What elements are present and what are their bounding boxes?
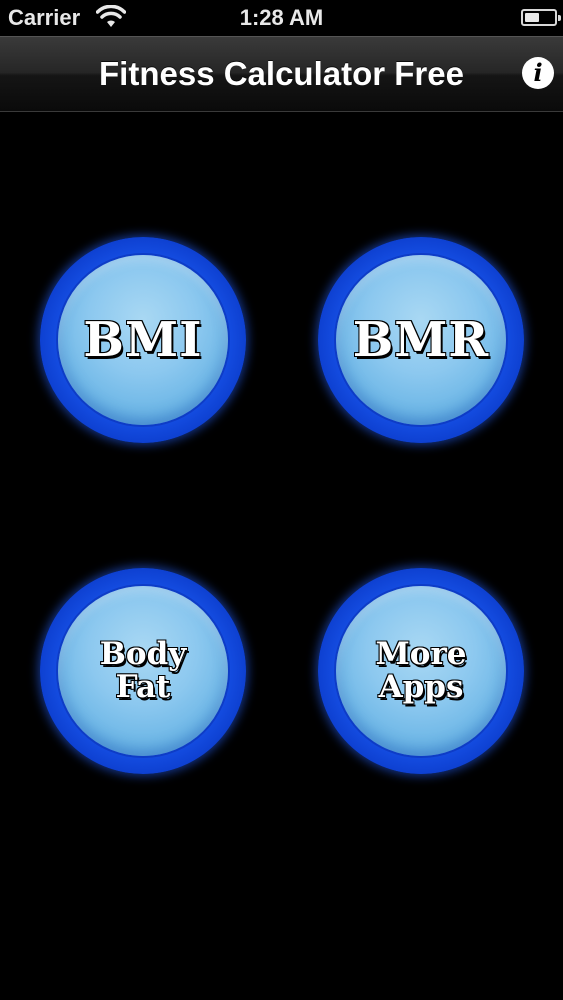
bmi-button-label: BMI bbox=[82, 311, 203, 368]
bmi-button-face: BMI bbox=[58, 255, 228, 425]
body-fat-button-label: Body Fat bbox=[99, 636, 188, 705]
navigation-bar: Fitness Calculator Free i bbox=[0, 36, 563, 112]
bmi-button[interactable]: BMI bbox=[40, 237, 246, 443]
battery-level bbox=[525, 13, 539, 22]
status-bar: Carrier 1:28 AM bbox=[0, 0, 563, 36]
info-icon[interactable]: i bbox=[522, 57, 554, 89]
page-title: Fitness Calculator Free bbox=[99, 55, 464, 92]
more-apps-button-label: More Apps bbox=[374, 636, 467, 705]
bmr-button-label: BMR bbox=[352, 311, 490, 368]
bmr-button[interactable]: BMR bbox=[318, 237, 524, 443]
bmr-button-face: BMR bbox=[336, 255, 506, 425]
battery-icon bbox=[521, 9, 561, 26]
body-fat-button[interactable]: Body Fat bbox=[40, 568, 246, 774]
status-time: 1:28 AM bbox=[239, 5, 324, 30]
battery-nub bbox=[558, 15, 561, 21]
more-apps-button[interactable]: More Apps bbox=[318, 568, 524, 774]
more-apps-button-face: More Apps bbox=[336, 586, 506, 756]
body-fat-button-face: Body Fat bbox=[58, 586, 228, 756]
